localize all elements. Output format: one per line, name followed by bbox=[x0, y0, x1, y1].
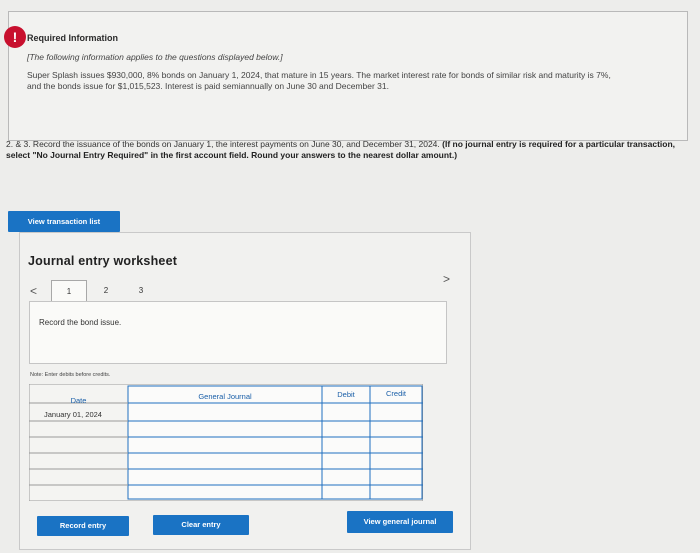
first-row-date: January 01, 2024 bbox=[44, 410, 102, 419]
debit-input-1[interactable] bbox=[322, 421, 368, 435]
view-transaction-list-button[interactable]: View transaction list bbox=[8, 211, 120, 232]
record-entry-button[interactable]: Record entry bbox=[37, 516, 129, 536]
credit-header: Credit bbox=[385, 389, 406, 398]
tab-1[interactable]: 1 bbox=[51, 280, 87, 303]
entry-description-box bbox=[29, 301, 447, 364]
info-title: Required Information bbox=[27, 33, 119, 43]
chevron-right-icon[interactable]: > bbox=[443, 272, 450, 286]
question-text: 2. & 3. Record the issuance of the bonds… bbox=[6, 139, 676, 161]
question-main: 2. & 3. Record the issuance of the bonds… bbox=[6, 139, 440, 149]
tab-3[interactable]: 3 bbox=[132, 280, 150, 302]
date-header: Date bbox=[70, 396, 87, 405]
general-journal-header: General Journal bbox=[198, 392, 252, 401]
debit-credit-note: Note: Enter debits before credits. bbox=[30, 372, 111, 378]
account-input-1[interactable] bbox=[128, 421, 318, 435]
credit-input-1[interactable] bbox=[370, 421, 420, 435]
info-subtitle: [The following information applies to th… bbox=[27, 52, 283, 62]
tab-2[interactable]: 2 bbox=[97, 280, 115, 302]
view-general-journal-button[interactable]: View general journal bbox=[347, 511, 453, 533]
info-body: Super Splash issues $930,000, 8% bonds o… bbox=[27, 70, 611, 91]
chevron-left-icon[interactable]: < bbox=[30, 284, 37, 298]
worksheet-title: Journal entry worksheet bbox=[28, 254, 178, 268]
entry-description: Record the bond issue. bbox=[39, 318, 122, 327]
debit-header: Debit bbox=[337, 390, 355, 399]
clear-entry-button[interactable]: Clear entry bbox=[153, 515, 249, 535]
alert-icon: ! bbox=[4, 26, 26, 48]
